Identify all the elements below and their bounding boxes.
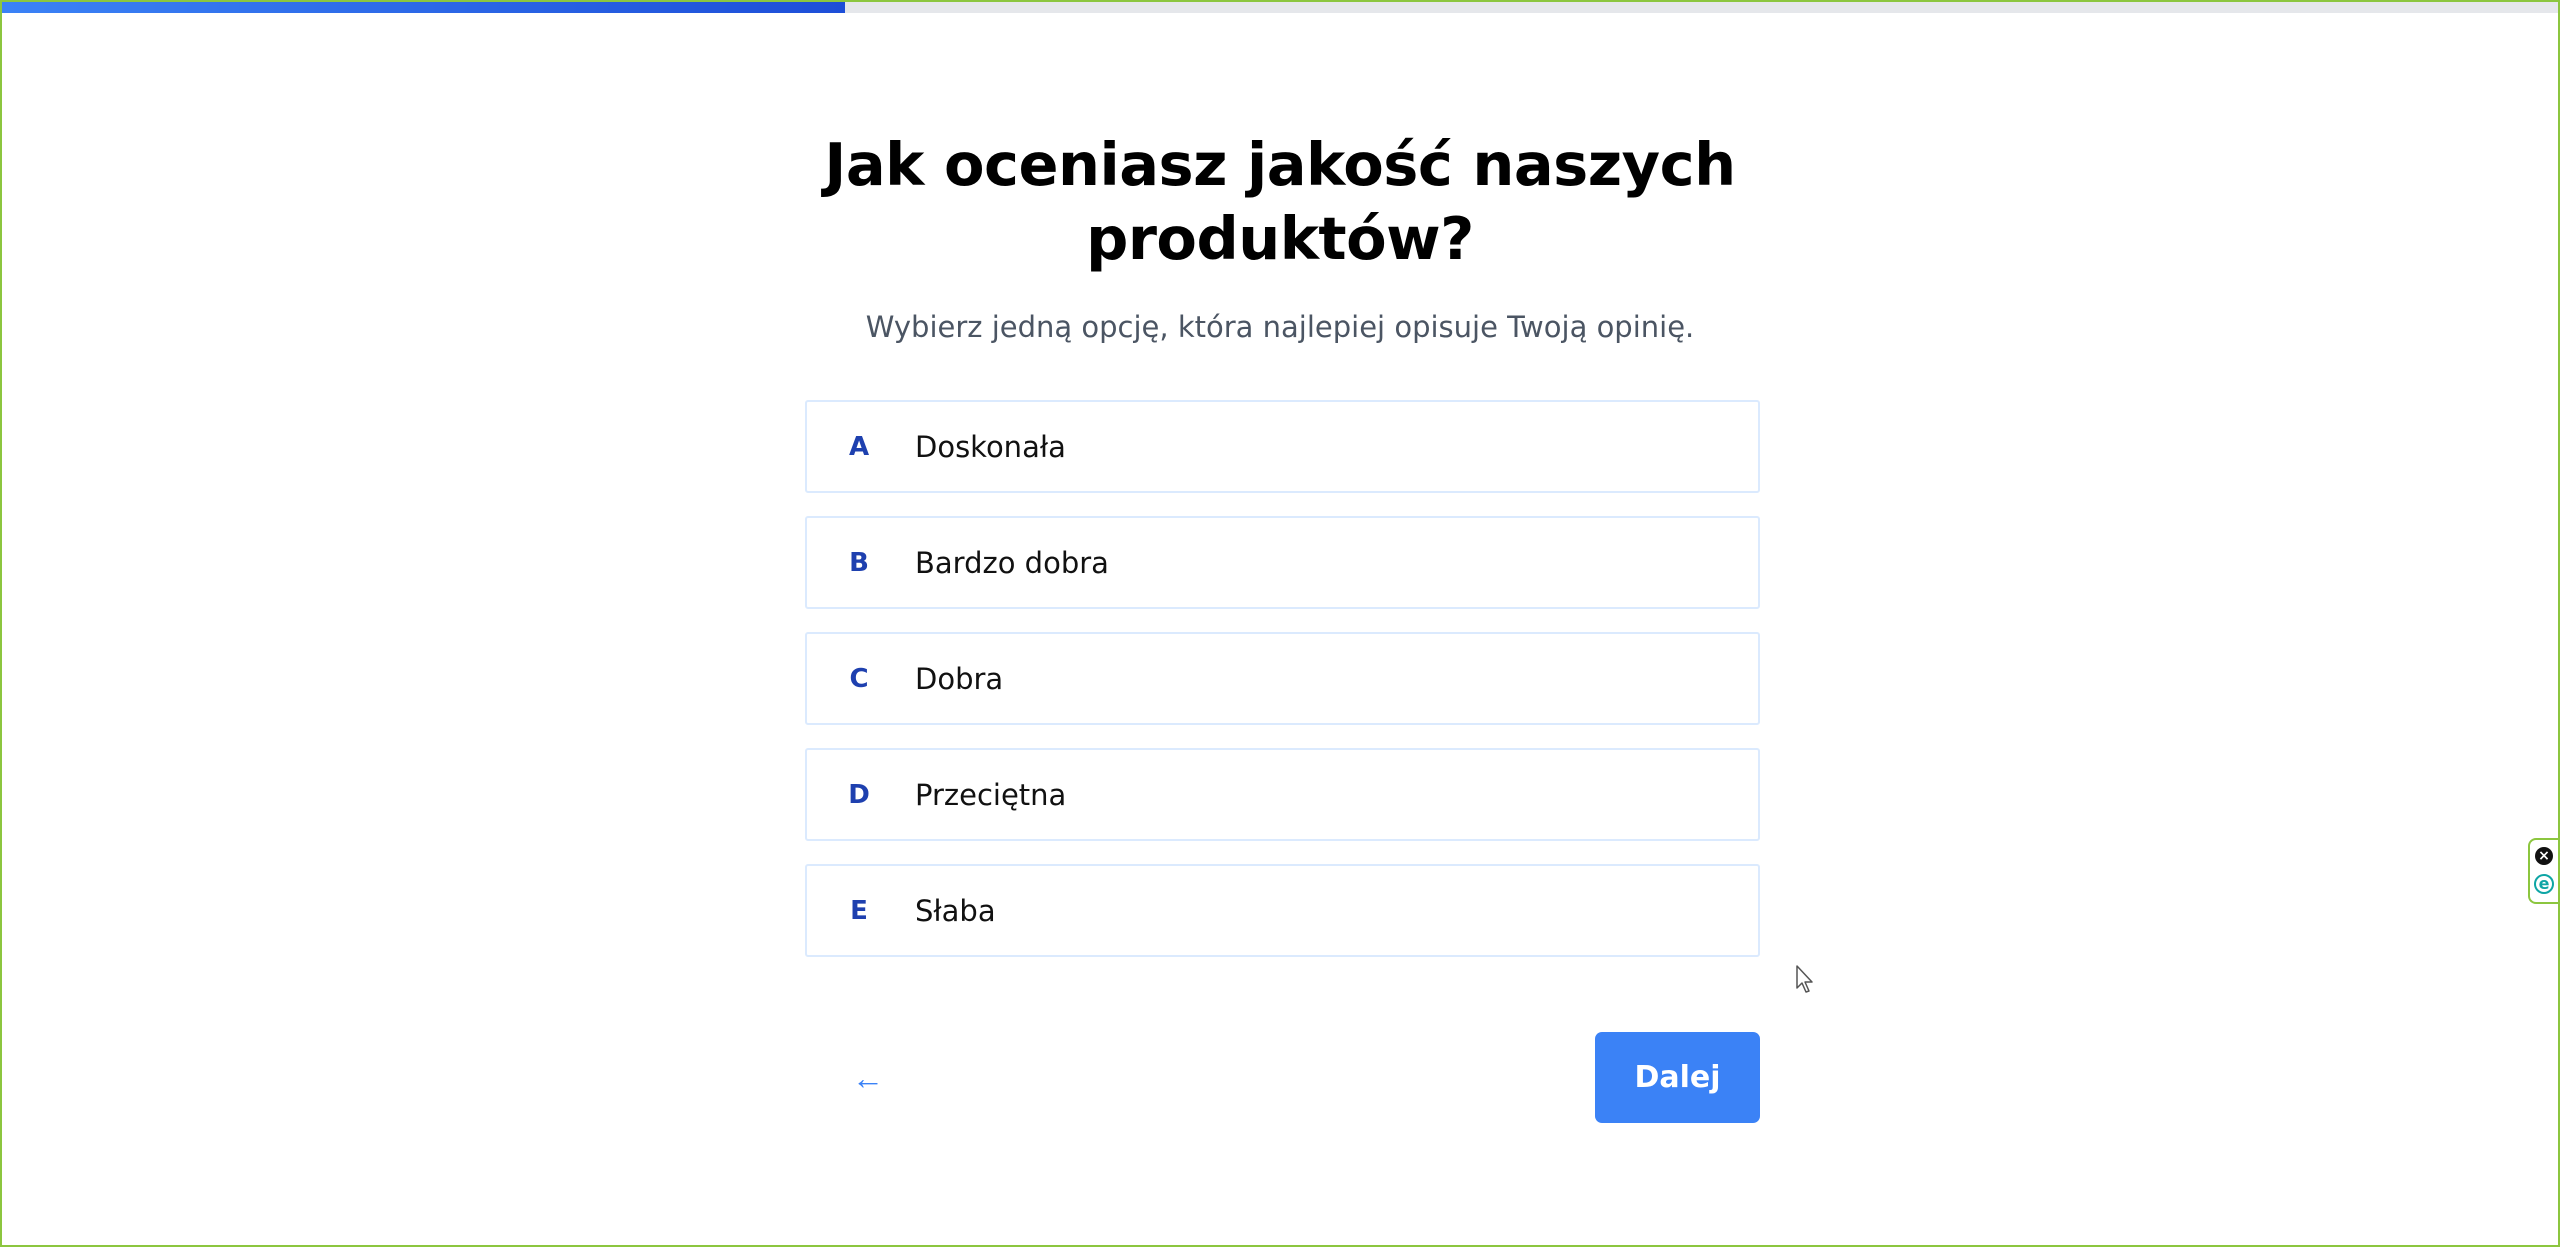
option-letter: B (849, 547, 869, 578)
question-title: Jak oceniasz jakość naszych produktów? (2, 128, 2558, 276)
option-letter: A (848, 431, 870, 462)
option-c[interactable]: C Dobra (805, 632, 1760, 725)
back-arrow-button[interactable]: ← (840, 1046, 896, 1110)
answer-options: A Doskonała B Bardzo dobra C Dobra D Prz… (805, 400, 1760, 980)
option-e[interactable]: E Słaba (805, 864, 1760, 957)
option-letter: E (850, 895, 868, 926)
option-letter: C (849, 663, 869, 694)
option-label: Słaba (915, 893, 996, 928)
option-label: Dobra (915, 661, 1004, 696)
extension-widget: × e (2528, 838, 2558, 904)
progress-bar (2, 2, 2558, 13)
mouse-cursor-icon (1796, 965, 1813, 993)
option-label: Doskonała (915, 429, 1066, 464)
option-d[interactable]: D Przeciętna (805, 748, 1760, 841)
progress-bar-fill (2, 2, 846, 13)
question-title-line-1: Jak oceniasz jakość naszych (824, 130, 1736, 199)
close-icon[interactable]: × (2535, 847, 2553, 865)
next-button[interactable]: Dalej (1595, 1032, 1760, 1123)
question-subtitle: Wybierz jedną opcję, która najlepiej opi… (865, 310, 1695, 344)
option-label: Przeciętna (915, 777, 1067, 812)
question-title-line-2: produktów? (1086, 204, 1474, 273)
option-letter: D (848, 779, 870, 810)
option-a[interactable]: A Doskonała (805, 400, 1760, 493)
option-label: Bardzo dobra (915, 545, 1109, 580)
extension-icon[interactable]: e (2534, 874, 2554, 894)
option-b[interactable]: B Bardzo dobra (805, 516, 1760, 609)
